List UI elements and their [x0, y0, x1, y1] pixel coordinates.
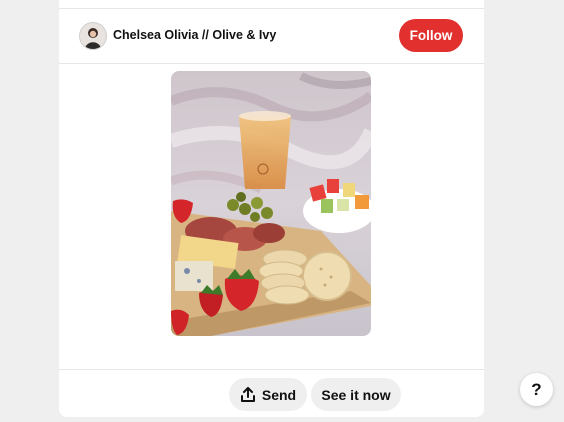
creator-avatar[interactable]	[79, 22, 107, 50]
pin-header: Chelsea Olivia // Olive & Ivy Follow	[59, 9, 484, 63]
charcuterie-board-photo	[171, 71, 371, 336]
pin-image[interactable]	[171, 71, 371, 336]
footer-divider	[59, 369, 484, 370]
send-label: Send	[261, 386, 297, 403]
follow-button[interactable]: Follow	[399, 19, 463, 52]
header-divider	[59, 63, 484, 64]
pin-card: Chelsea Olivia // Olive & Ivy Follow	[59, 0, 484, 417]
creator-name[interactable]: Chelsea Olivia // Olive & Ivy	[113, 28, 276, 42]
share-upload-icon	[240, 386, 255, 402]
send-button[interactable]: Send	[229, 378, 307, 411]
help-button[interactable]: ?	[520, 373, 553, 406]
see-it-now-button[interactable]: See it now	[311, 378, 401, 411]
avatar-photo-icon	[80, 23, 106, 49]
